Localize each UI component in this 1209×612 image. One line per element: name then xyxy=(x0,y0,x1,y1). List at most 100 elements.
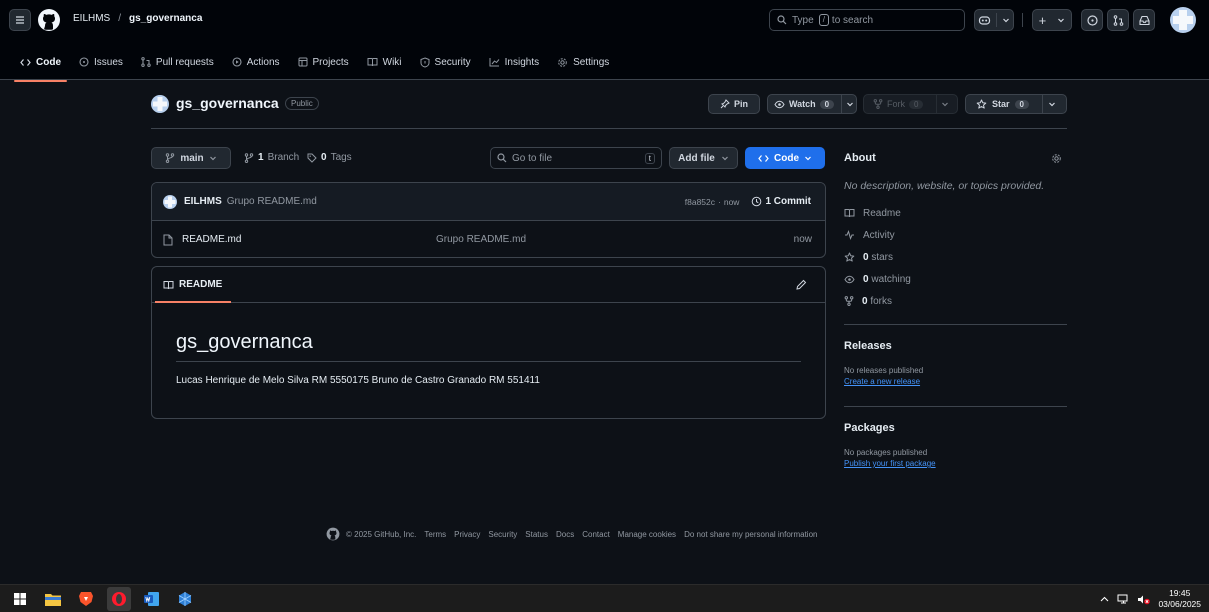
clock-time[interactable]: 19:45 xyxy=(1158,588,1201,599)
copilot-button[interactable] xyxy=(974,9,1014,31)
readme-link[interactable]: Readme xyxy=(844,202,1067,224)
readme-tab-label: README xyxy=(179,279,223,290)
tab-issues[interactable]: Issues xyxy=(79,48,123,76)
publish-package-link[interactable]: Publish your first package xyxy=(844,459,1067,468)
issues-button[interactable] xyxy=(1081,9,1103,31)
code-button[interactable]: Code xyxy=(745,147,825,169)
github-logo-icon[interactable] xyxy=(326,527,340,541)
footer-copyright: © 2025 GitHub, Inc. xyxy=(346,529,417,539)
tab-label: Insights xyxy=(504,56,540,68)
watching-link[interactable]: 0 watching xyxy=(844,268,1067,290)
create-release-link[interactable]: Create a new release xyxy=(844,377,1067,386)
book-icon xyxy=(844,208,855,218)
opera-browser-icon[interactable] xyxy=(107,587,131,611)
activity-link[interactable]: Activity xyxy=(844,224,1067,246)
watching-count: 0 xyxy=(863,273,869,285)
file-explorer-icon[interactable] xyxy=(41,587,65,611)
forks-link[interactable]: 0 forks xyxy=(844,290,1067,312)
add-file-button[interactable]: Add file xyxy=(669,147,738,169)
footer-link-security[interactable]: Security xyxy=(488,530,517,539)
inbox-button[interactable] xyxy=(1133,9,1155,31)
repo-link[interactable]: gs_governanca xyxy=(129,13,202,24)
forks-count: 0 xyxy=(862,295,868,307)
global-header: EILHMS / gs_governanca Type / to search … xyxy=(0,0,1209,82)
packages-section: Packages No packages published Publish y… xyxy=(844,422,1067,468)
pencil-icon[interactable] xyxy=(796,279,807,290)
search-input[interactable]: Type / to search xyxy=(769,9,965,31)
readme-tab[interactable]: README xyxy=(163,279,222,290)
stars-count: 0 xyxy=(863,251,869,263)
releases-title[interactable]: Releases xyxy=(844,340,1067,352)
owner-avatar xyxy=(151,95,169,113)
commit-count-link[interactable]: 1 Commit xyxy=(765,196,811,207)
stars-link[interactable]: 0 stars xyxy=(844,246,1067,268)
go-to-file-input[interactable]: Go to file t xyxy=(490,147,662,169)
code-icon xyxy=(758,154,769,163)
tab-pull-requests[interactable]: Pull requests xyxy=(141,48,214,76)
packages-title[interactable]: Packages xyxy=(844,422,1067,434)
owner-link[interactable]: EILHMS xyxy=(73,13,110,24)
github-logo-icon[interactable] xyxy=(37,8,61,32)
pull-request-icon xyxy=(1113,14,1124,26)
pin-button[interactable]: Pin xyxy=(708,94,760,114)
search-shortcut-key: / xyxy=(818,14,829,26)
about-description: No description, website, or topics provi… xyxy=(844,180,1045,192)
star-button[interactable]: Star 0 xyxy=(965,94,1067,114)
chevron-up-icon[interactable] xyxy=(1100,596,1109,602)
branches-link[interactable]: 1 Branch xyxy=(244,152,299,163)
user-avatar[interactable] xyxy=(1170,7,1196,33)
footer-link-docs[interactable]: Docs xyxy=(556,530,574,539)
footer-link-terms[interactable]: Terms xyxy=(424,530,446,539)
file-table: EILHMS Grupo README.md f8a852c · now 1 C… xyxy=(151,182,826,258)
menu-button[interactable] xyxy=(9,9,31,31)
create-new-button[interactable]: + xyxy=(1032,9,1072,31)
footer-link-contact[interactable]: Contact xyxy=(582,530,610,539)
fork-button[interactable]: Fork 0 xyxy=(863,94,958,114)
file-row[interactable]: README.md Grupo README.md now xyxy=(152,221,825,257)
clock-date[interactable]: 03/06/2025 xyxy=(1158,599,1201,610)
tag-count-label: Tags xyxy=(330,152,352,163)
table-icon xyxy=(298,57,308,67)
gear-icon[interactable] xyxy=(1051,153,1062,164)
network-icon[interactable] xyxy=(1117,594,1129,605)
brave-browser-icon[interactable] xyxy=(74,587,98,611)
fork-label: Fork xyxy=(887,99,905,109)
watch-button[interactable]: Watch 0 xyxy=(767,94,857,114)
tag-icon xyxy=(307,153,317,163)
tab-label: Pull requests xyxy=(155,56,214,68)
play-icon xyxy=(232,57,242,67)
footer-link-status[interactable]: Status xyxy=(525,530,548,539)
footer-link-manage-cookies[interactable]: Manage cookies xyxy=(618,530,676,539)
footer-link-do-not-share[interactable]: Do not share my personal information xyxy=(684,530,817,539)
tab-label: Security xyxy=(434,56,471,68)
pin-icon xyxy=(720,99,730,109)
about-title: About xyxy=(844,152,876,164)
file-name[interactable]: README.md xyxy=(182,234,436,245)
tab-insights[interactable]: Insights xyxy=(489,48,539,76)
pull-requests-button[interactable] xyxy=(1107,9,1129,31)
tags-link[interactable]: 0 Tags xyxy=(307,152,352,163)
speaker-muted-icon[interactable] xyxy=(1137,594,1151,605)
commit-author[interactable]: EILHMS xyxy=(184,196,222,207)
stars-label: stars xyxy=(871,251,894,263)
commit-hash[interactable]: f8a852c xyxy=(685,197,715,207)
packages-empty-text: No packages published xyxy=(844,448,928,457)
branch-count-label: Branch xyxy=(267,152,300,163)
branch-selector[interactable]: main xyxy=(151,147,231,169)
chevron-down-icon xyxy=(209,154,217,162)
file-commit-message[interactable]: Grupo README.md xyxy=(436,234,794,245)
commit-message[interactable]: Grupo README.md xyxy=(227,196,317,207)
tab-security[interactable]: Security xyxy=(420,48,471,76)
tab-code[interactable]: Code xyxy=(14,48,67,82)
copilot-icon xyxy=(978,14,991,26)
footer-link-privacy[interactable]: Privacy xyxy=(454,530,480,539)
windows-start-icon[interactable] xyxy=(8,587,32,611)
word-icon[interactable] xyxy=(140,587,164,611)
app-cube-icon[interactable] xyxy=(173,587,197,611)
tab-actions[interactable]: Actions xyxy=(232,48,280,76)
fork-icon xyxy=(873,99,883,109)
tab-settings[interactable]: Settings xyxy=(557,48,609,76)
tab-projects[interactable]: Projects xyxy=(298,48,349,76)
search-icon xyxy=(497,153,507,163)
tab-wiki[interactable]: Wiki xyxy=(367,48,402,76)
